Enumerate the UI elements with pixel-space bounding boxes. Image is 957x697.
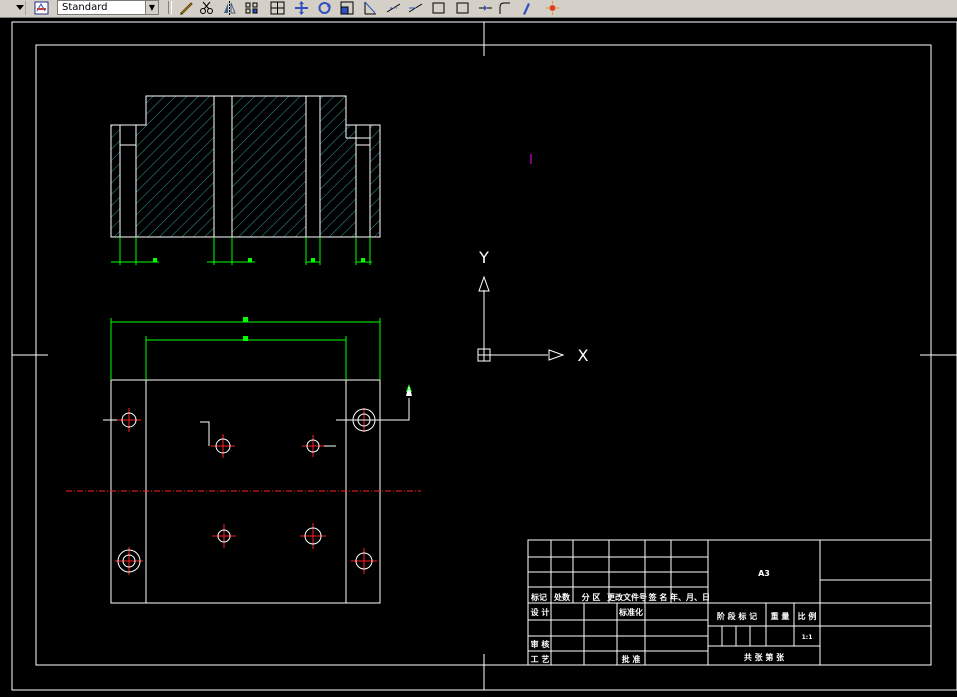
rev-header-zone: 分 区 — [582, 592, 601, 602]
x-axis-label: X — [578, 346, 589, 365]
rev-header-signature: 签 名 — [648, 592, 668, 602]
view-label: A — [406, 385, 413, 395]
scale-value: 1:1 — [802, 634, 813, 641]
rev-header-change-doc: 更改文件号 — [607, 592, 647, 602]
pen-icon[interactable] — [519, 0, 534, 15]
dropdown-arrow-button[interactable] — [0, 0, 27, 15]
toolbar-separator — [168, 1, 172, 14]
move-icon[interactable] — [294, 0, 309, 15]
mirror-icon[interactable] — [222, 0, 237, 15]
sheets-label: 共 张 第 张 — [744, 652, 785, 662]
rev-header-mark: 标记 — [530, 592, 547, 602]
section-hole-3 — [305, 95, 321, 238]
section-hole-4 — [355, 124, 371, 238]
row-design: 设 计 — [531, 607, 550, 617]
row-review: 审 核 — [531, 639, 550, 649]
fillet-icon[interactable] — [497, 0, 512, 14]
stretch-icon[interactable] — [363, 0, 378, 15]
text-style-icon[interactable] — [34, 0, 49, 15]
plan-leaders — [103, 398, 410, 447]
text-style-select[interactable]: Standard ▼ — [57, 0, 159, 15]
text-style-value: Standard — [62, 2, 108, 13]
trim-icon[interactable] — [386, 0, 401, 14]
row-standardization: 标准化 — [618, 607, 643, 617]
scissors-icon[interactable] — [199, 0, 214, 14]
rectangle-icon[interactable] — [431, 0, 446, 14]
grid-icon[interactable] — [270, 0, 285, 15]
weight-label: 重 量 — [771, 611, 790, 621]
section-hole-2 — [213, 95, 233, 238]
chevron-down-icon[interactable]: ▼ — [145, 1, 158, 14]
edit-pencil-icon[interactable] — [179, 0, 194, 15]
stage-mark-label: 阶 段 标 记 — [717, 611, 757, 621]
title-block[interactable] — [527, 539, 932, 666]
section-view[interactable] — [110, 95, 381, 265]
row-approve: 批 准 — [622, 654, 641, 664]
scale-icon[interactable] — [340, 0, 355, 15]
break-icon[interactable] — [478, 0, 493, 14]
drawing-svg[interactable]: A Y X A3 标记 处数 分 区 更改文件号 签 名 年、月、日 设 计 标… — [0, 18, 957, 693]
explode-icon[interactable] — [545, 0, 560, 15]
section-dimensions — [111, 237, 372, 265]
drawing-canvas[interactable]: A Y X A3 标记 处数 分 区 更改文件号 签 名 年、月、日 设 计 标… — [0, 18, 957, 693]
toolbar: Standard ▼ — [0, 0, 957, 18]
sheet-size-label: A3 — [758, 569, 770, 578]
row-process: 工 艺 — [531, 654, 550, 664]
array-icon[interactable] — [244, 0, 259, 14]
extend-icon[interactable] — [408, 0, 423, 14]
scale-label: 比 例 — [798, 611, 817, 621]
y-axis-label: Y — [478, 248, 489, 267]
rev-header-date: 年、月、日 — [670, 592, 710, 602]
plan-dimensions — [110, 318, 381, 380]
plan-view[interactable]: A — [66, 317, 421, 604]
ucs-icon: Y X — [477, 248, 589, 365]
chamfer-icon[interactable] — [455, 0, 470, 14]
rotate-icon[interactable] — [317, 0, 332, 14]
section-body — [110, 95, 381, 238]
rev-header-count: 处数 — [553, 592, 571, 602]
section-hole-1 — [119, 124, 137, 238]
